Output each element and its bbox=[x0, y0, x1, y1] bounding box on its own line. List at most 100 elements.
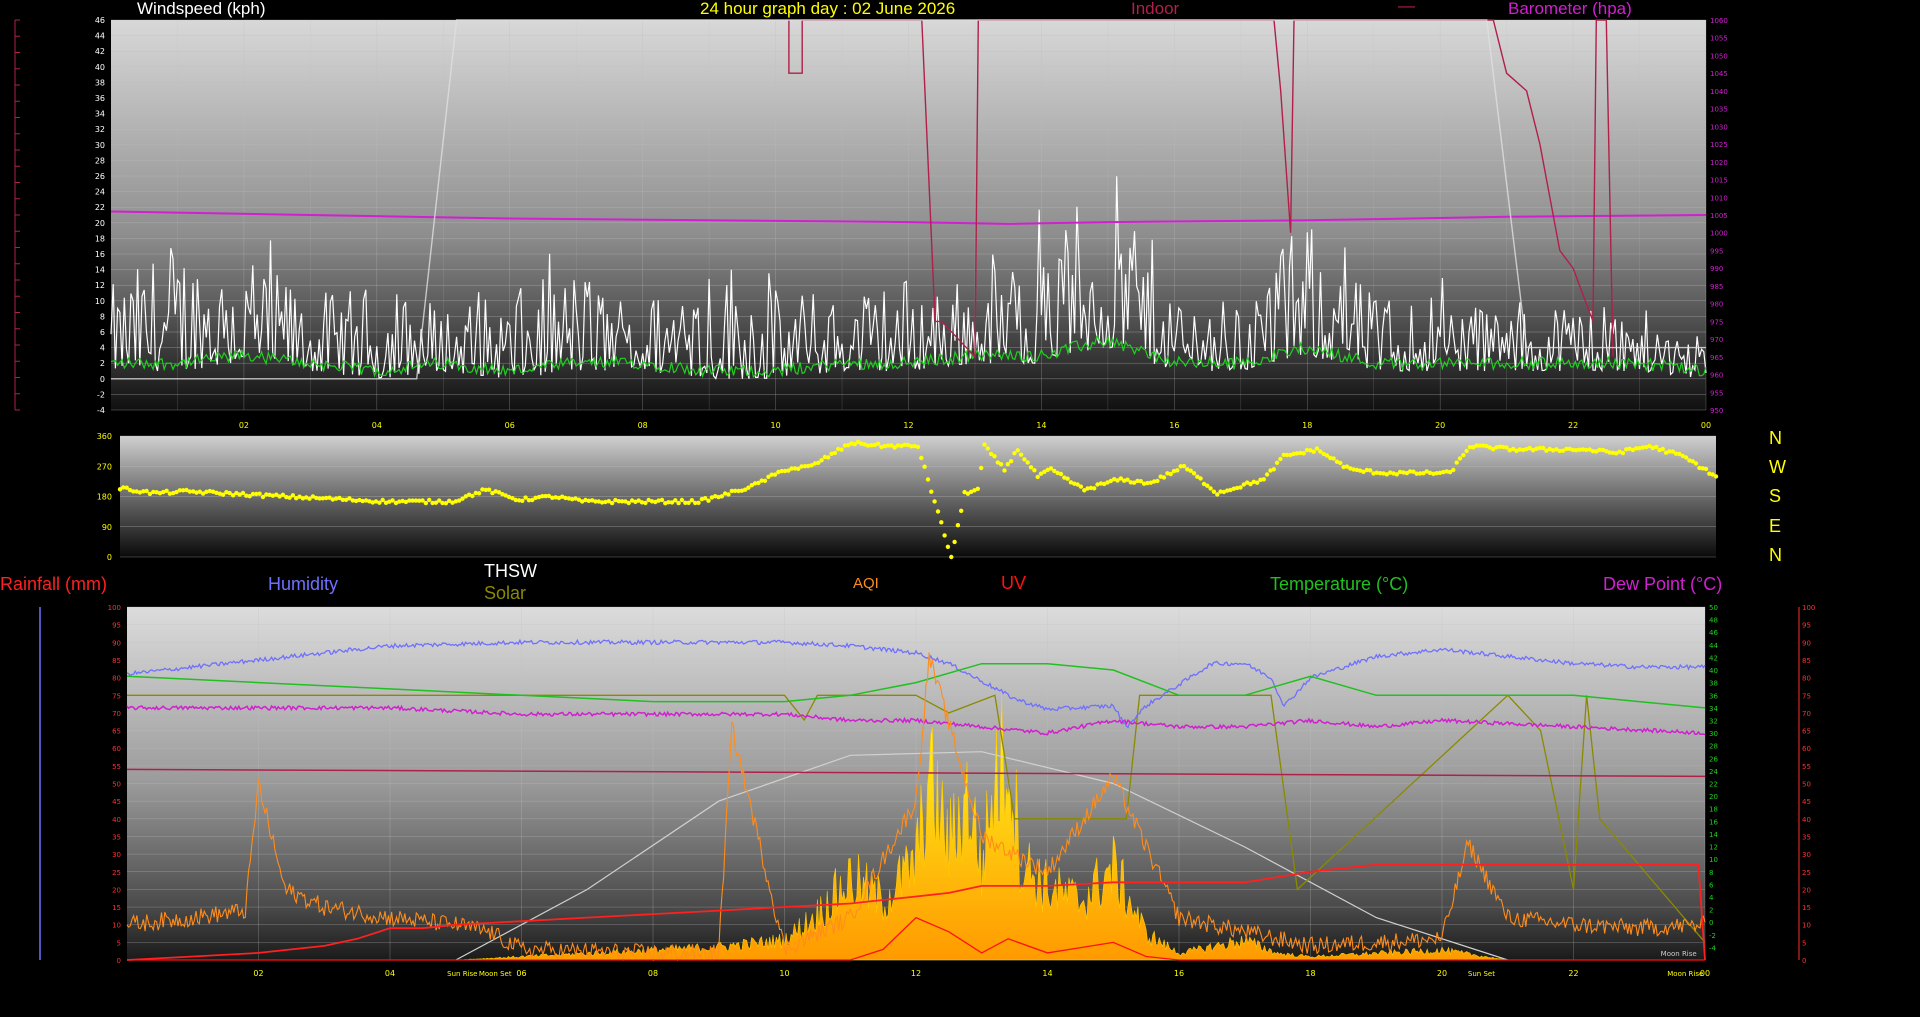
direction-point bbox=[992, 454, 997, 459]
direction-point bbox=[144, 488, 149, 494]
wind-left-tick-label: 24 bbox=[95, 188, 105, 197]
direction-point bbox=[1161, 475, 1167, 480]
wind-left-tick-label: 22 bbox=[95, 203, 105, 212]
wind-left-tick-label: -4 bbox=[97, 406, 105, 415]
baro-right-tick-label: 1050 bbox=[1710, 52, 1728, 60]
temp-right-tick-label: 30 bbox=[1709, 730, 1718, 738]
baro-right-tick-label: 970 bbox=[1710, 336, 1723, 344]
env-left-tick-label: 30 bbox=[112, 851, 121, 859]
direction-point bbox=[832, 450, 838, 456]
direction-point bbox=[1693, 461, 1699, 466]
env-left-tick-label: 80 bbox=[112, 675, 121, 683]
temp-right-tick-label: 0 bbox=[1709, 919, 1713, 927]
direction-point bbox=[1264, 472, 1270, 477]
env-x-tick-label: 18 bbox=[1305, 969, 1315, 978]
direction-point bbox=[726, 492, 731, 497]
wind-left-tick-label: 30 bbox=[95, 141, 105, 150]
direction-point bbox=[1271, 467, 1277, 472]
env-left-tick-label: 40 bbox=[112, 816, 121, 824]
direction-point bbox=[922, 464, 927, 469]
direction-point bbox=[1175, 468, 1180, 473]
rain-right-tick-label: 40 bbox=[1802, 816, 1811, 824]
rain-right-tick-label: 30 bbox=[1802, 851, 1811, 859]
temp-right-tick-label: 34 bbox=[1709, 705, 1718, 713]
rain-right-tick-label: 20 bbox=[1802, 886, 1811, 894]
baro-right-tick-label: 1005 bbox=[1710, 212, 1728, 220]
env-left-tick-label: 55 bbox=[112, 763, 121, 771]
direction-point bbox=[1457, 456, 1463, 461]
wind-x-tick-label: 02 bbox=[239, 421, 249, 430]
direction-point bbox=[609, 500, 615, 506]
env-x-tick-label: 14 bbox=[1042, 969, 1052, 978]
env-x-tick-label: 10 bbox=[779, 969, 789, 978]
direction-point bbox=[1065, 476, 1070, 481]
direction-point bbox=[939, 520, 944, 525]
wind-left-tick-label: 36 bbox=[95, 94, 105, 103]
direction-point bbox=[998, 462, 1004, 467]
direction-point bbox=[979, 465, 984, 471]
wind-x-tick-label: 00 bbox=[1701, 421, 1711, 430]
temp-right-tick-label: 24 bbox=[1709, 768, 1718, 776]
direction-point bbox=[257, 491, 262, 496]
direction-point bbox=[1155, 478, 1160, 484]
weather-chart-svg: -4-2024681012141618202224262830323436384… bbox=[14, 16, 1815, 978]
wind-x-tick-label: 14 bbox=[1036, 421, 1046, 430]
wind-left-tick-label: 0 bbox=[100, 375, 105, 384]
env-x-tick-label: 02 bbox=[253, 969, 263, 978]
env-left-tick-label: 35 bbox=[112, 833, 121, 841]
temp-right-tick-label: 42 bbox=[1709, 654, 1718, 662]
rain-right-tick-label: 60 bbox=[1802, 745, 1811, 753]
direction-tick-label: 90 bbox=[102, 523, 112, 532]
direction-point bbox=[1181, 463, 1187, 469]
env-left-tick-label: 15 bbox=[112, 904, 121, 912]
wind-left-tick-label: 6 bbox=[100, 328, 105, 337]
env-left-tick-label: 5 bbox=[117, 939, 121, 947]
wind-left-tick-label: 20 bbox=[95, 219, 105, 228]
direction-point bbox=[762, 478, 768, 483]
wind-left-tick-label: 14 bbox=[95, 266, 105, 275]
wind-left-tick-label: 4 bbox=[100, 344, 105, 353]
baro-right-tick-label: 1040 bbox=[1710, 88, 1728, 96]
env-left-tick-label: 85 bbox=[112, 657, 121, 665]
temp-right-tick-label: -2 bbox=[1709, 932, 1716, 940]
rain-right-tick-label: 25 bbox=[1802, 869, 1811, 877]
env-left-tick-label: 95 bbox=[112, 622, 121, 630]
direction-point bbox=[1654, 444, 1659, 450]
rain-right-tick-label: 90 bbox=[1802, 639, 1811, 647]
direction-point bbox=[935, 509, 941, 514]
temp-right-tick-label: 20 bbox=[1709, 793, 1718, 801]
direction-point bbox=[919, 455, 924, 461]
temp-right-tick-label: 48 bbox=[1709, 617, 1718, 625]
direction-point bbox=[1464, 448, 1469, 454]
temp-right-tick-label: 2 bbox=[1709, 907, 1713, 915]
direction-tick-label: 180 bbox=[97, 493, 112, 502]
temp-right-tick-label: 40 bbox=[1709, 667, 1718, 675]
env-x-tick-label: 20 bbox=[1437, 969, 1447, 978]
wind-x-tick-label: 08 bbox=[638, 421, 648, 430]
baro-right-tick-label: 960 bbox=[1710, 372, 1723, 380]
direction-point bbox=[1314, 446, 1320, 451]
direction-tick-label: 0 bbox=[107, 553, 112, 562]
baro-right-tick-label: 1010 bbox=[1710, 194, 1728, 202]
direction-point bbox=[959, 508, 964, 513]
direction-point bbox=[1451, 467, 1456, 473]
wind-x-tick-label: 06 bbox=[505, 421, 515, 430]
wind-left-tick-label: 40 bbox=[95, 63, 105, 72]
rain-right-tick-label: 50 bbox=[1802, 781, 1811, 789]
rain-right-tick-label: 80 bbox=[1802, 675, 1811, 683]
rain-right-tick-label: 0 bbox=[1802, 957, 1806, 965]
baro-right-tick-label: 1000 bbox=[1710, 230, 1728, 238]
rain-right-tick-label: 70 bbox=[1802, 710, 1811, 718]
direction-point bbox=[290, 493, 296, 498]
rain-right-tick-label: 85 bbox=[1802, 657, 1811, 665]
direction-point bbox=[1301, 451, 1306, 456]
wind-left-tick-label: 34 bbox=[95, 110, 105, 119]
env-left-tick-label: 50 bbox=[112, 781, 121, 789]
direction-point bbox=[875, 441, 881, 446]
direction-point bbox=[643, 500, 648, 506]
env-x-tick-label: 08 bbox=[648, 969, 658, 978]
direction-point bbox=[1035, 474, 1040, 480]
rain-right-tick-label: 95 bbox=[1802, 622, 1811, 630]
direction-point bbox=[1092, 486, 1097, 491]
moon-rise-inner-label: Moon Rise bbox=[1661, 950, 1697, 958]
